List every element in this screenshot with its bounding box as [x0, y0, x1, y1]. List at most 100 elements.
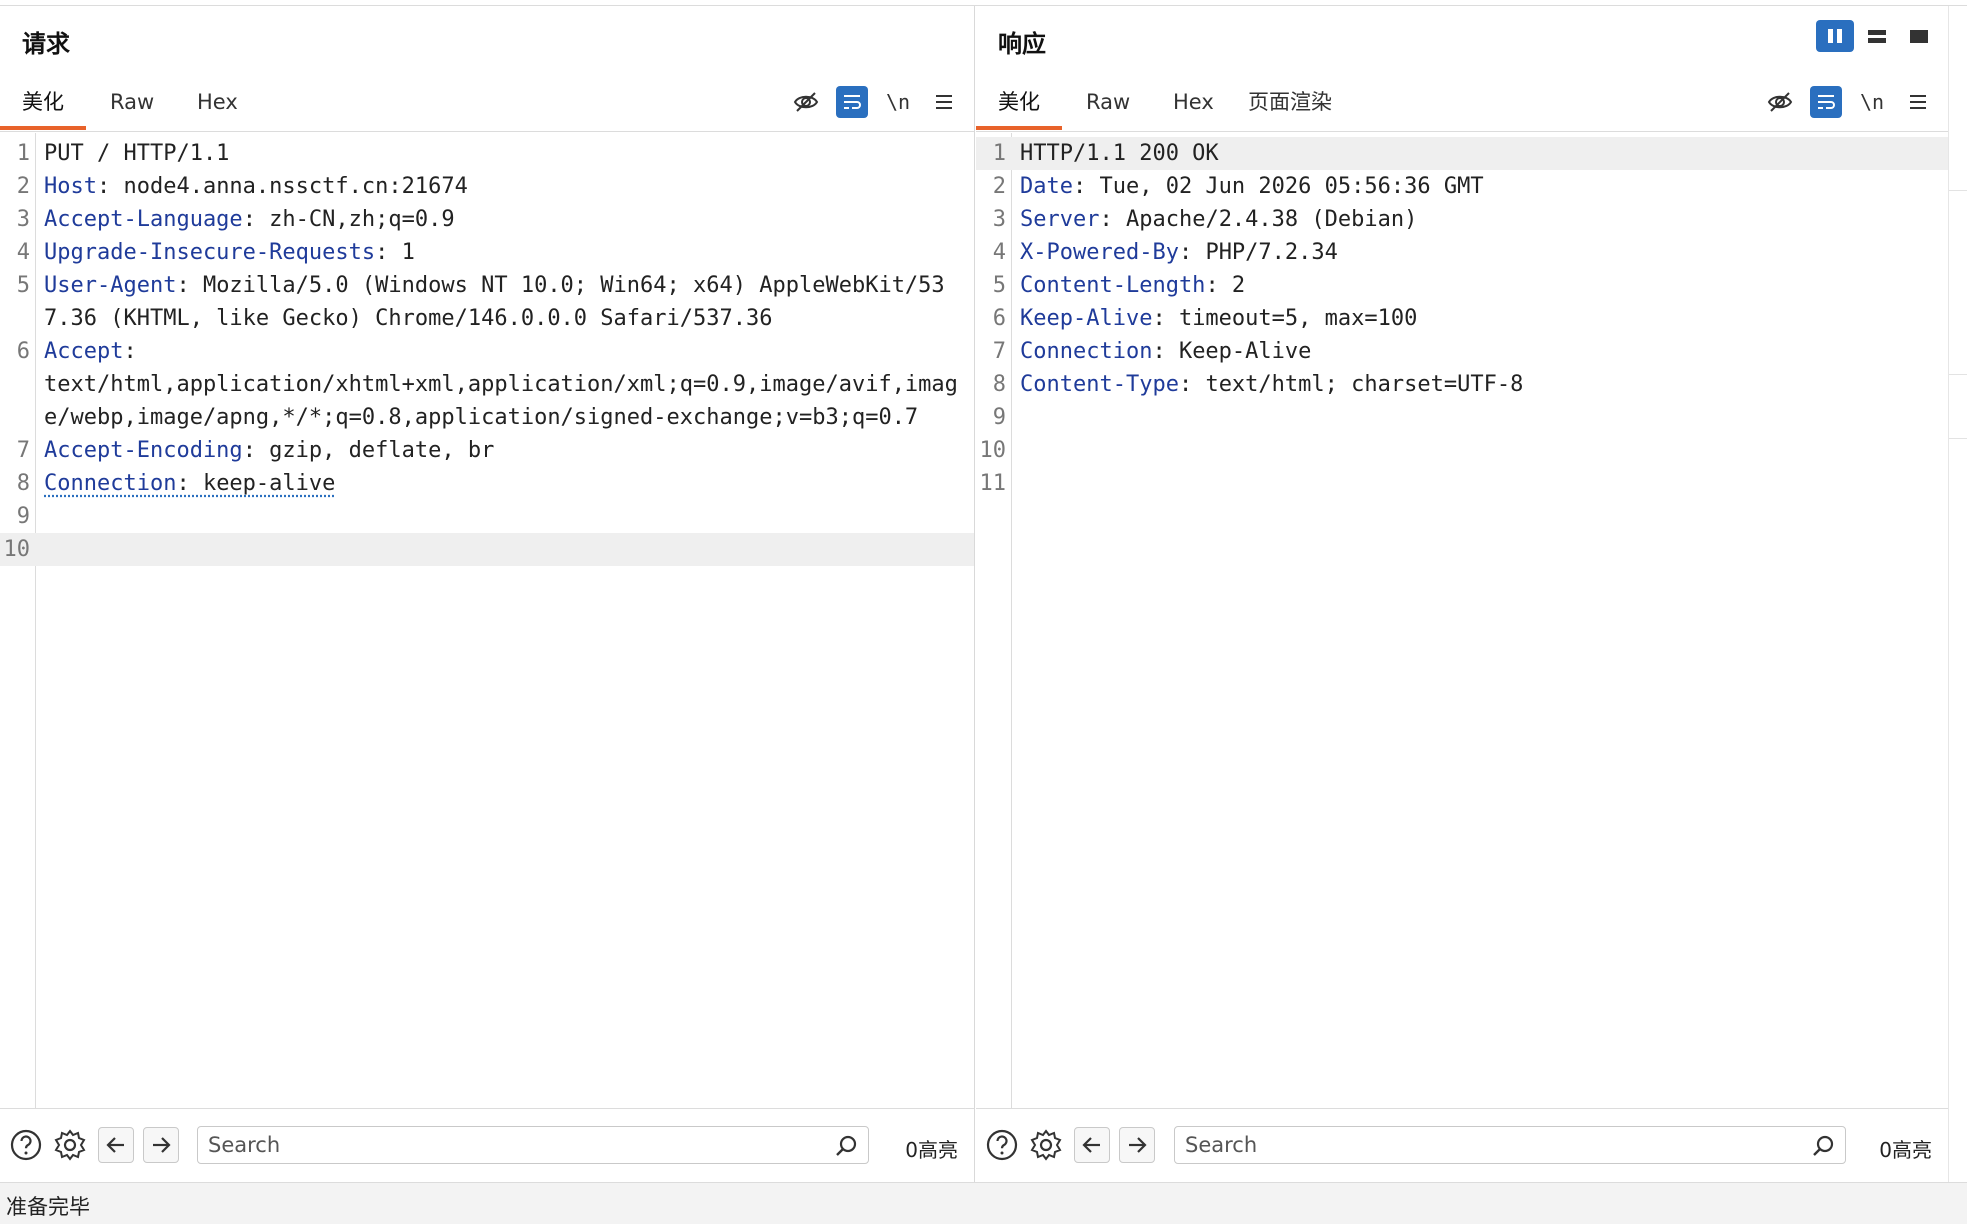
- prev-match-button[interactable]: [98, 1127, 134, 1163]
- code-line[interactable]: 1 HTTP/1.1 200 OK: [976, 137, 1948, 170]
- help-icon[interactable]: [8, 1127, 44, 1163]
- code-line[interactable]: 6 Keep-Alive: timeout=5, max=100: [976, 302, 1948, 335]
- tab-raw[interactable]: Raw: [88, 90, 176, 130]
- split-vertical-icon[interactable]: [1816, 20, 1854, 52]
- hide-nonprintable-icon[interactable]: [790, 86, 822, 118]
- header-value: : Keep-Alive: [1152, 339, 1311, 364]
- code-line[interactable]: 1 PUT / HTTP/1.1: [0, 137, 974, 170]
- request-code[interactable]: 1 PUT / HTTP/1.1 2 Host: node4.anna.nssctf.…: [0, 137, 974, 566]
- header-value: : 1: [375, 240, 415, 265]
- menu-icon[interactable]: [928, 86, 960, 118]
- line-text: Accept: text/html,application/xhtml+xml,…: [44, 335, 959, 434]
- line-text: User-Agent: Mozilla/5.0 (Windows NT 10.0…: [44, 269, 959, 335]
- status-bar: 准备完毕: [0, 1182, 1967, 1224]
- menu-icon[interactable]: [1902, 86, 1934, 118]
- line-text: Keep-Alive: timeout=5, max=100: [1020, 302, 1935, 335]
- response-code[interactable]: 1 HTTP/1.1 200 OK 2 Date: Tue, 02 Jun 2026 …: [976, 137, 1948, 500]
- newline-toggle[interactable]: \n: [882, 86, 914, 118]
- code-line[interactable]: 3 Accept-Language: zh-CN,zh;q=0.9: [0, 203, 974, 236]
- code-line[interactable]: 2 Host: node4.anna.nssctf.cn:21674: [0, 170, 974, 203]
- code-line[interactable]: 4 Upgrade-Insecure-Requests: 1: [0, 236, 974, 269]
- code-line[interactable]: 7 Connection: Keep-Alive: [976, 335, 1948, 368]
- status-text: 准备完毕: [6, 1191, 90, 1221]
- header-name: Keep-Alive: [1020, 306, 1152, 331]
- header-name: Connection: [44, 471, 176, 496]
- line-number: 3: [976, 203, 1006, 236]
- code-line[interactable]: 5 User-Agent: Mozilla/5.0 (Windows NT 10.…: [0, 269, 974, 335]
- response-search-bar: 0高亮: [976, 1108, 1948, 1182]
- code-line[interactable]: 6 Accept: text/html,application/xhtml+xml…: [0, 335, 974, 434]
- code-line[interactable]: 5 Content-Length: 2: [976, 269, 1948, 302]
- header-value: PUT / HTTP/1.1: [44, 141, 229, 166]
- request-search-input[interactable]: [208, 1133, 744, 1157]
- search-icon[interactable]: [834, 1134, 858, 1162]
- header-value: : Mozilla/5.0 (Windows NT 10.0; Win64; x…: [44, 273, 945, 331]
- request-highlight-count: 0高亮: [905, 1134, 958, 1163]
- response-tabbar: 美化 Raw Hex 页面渲染 \n: [976, 72, 1948, 132]
- split-horizontal-icon[interactable]: [1858, 20, 1896, 52]
- response-search-input[interactable]: [1185, 1133, 1721, 1157]
- tab-raw[interactable]: Raw: [1064, 90, 1152, 130]
- response-editor[interactable]: 1 HTTP/1.1 200 OK 2 Date: Tue, 02 Jun 2026 …: [976, 133, 1948, 1108]
- tab-hex[interactable]: Hex: [175, 90, 260, 130]
- code-line[interactable]: 3 Server: Apache/2.4.38 (Debian): [976, 203, 1948, 236]
- header-value: : zh-CN,zh;q=0.9: [243, 207, 455, 232]
- line-number: 10: [0, 533, 30, 566]
- header-name: X-Powered-By: [1020, 240, 1179, 265]
- response-highlight-count: 0高亮: [1879, 1134, 1932, 1163]
- code-line[interactable]: 7 Accept-Encoding: gzip, deflate, br: [0, 434, 974, 467]
- header-value: : Tue, 02 Jun 2026 05:56:36 GMT: [1073, 174, 1484, 199]
- side-panel-edge: [1948, 6, 1967, 1182]
- header-name: Date: [1020, 174, 1073, 199]
- wrap-lines-icon[interactable]: [1810, 86, 1842, 118]
- response-search-box[interactable]: [1174, 1126, 1846, 1164]
- request-editor[interactable]: 1 PUT / HTTP/1.1 2 Host: node4.anna.nssctf.…: [0, 133, 974, 1108]
- help-icon[interactable]: [984, 1127, 1020, 1163]
- next-match-button[interactable]: [1119, 1127, 1155, 1163]
- tab-pretty[interactable]: 美化: [0, 90, 86, 130]
- gear-icon[interactable]: [52, 1127, 88, 1163]
- line-number: 2: [976, 170, 1006, 203]
- request-search-box[interactable]: [197, 1126, 869, 1164]
- code-line[interactable]: 2 Date: Tue, 02 Jun 2026 05:56:36 GMT: [976, 170, 1948, 203]
- line-text: X-Powered-By: PHP/7.2.34: [1020, 236, 1935, 269]
- code-line[interactable]: 11: [976, 467, 1948, 500]
- code-line[interactable]: 9: [0, 500, 974, 533]
- header-name: Accept: [44, 339, 123, 364]
- line-number: 1: [0, 137, 30, 170]
- tab-pretty[interactable]: 美化: [976, 90, 1062, 130]
- line-number: 7: [0, 434, 30, 467]
- newline-toggle[interactable]: \n: [1856, 86, 1888, 118]
- line-text: PUT / HTTP/1.1: [44, 137, 959, 170]
- line-text: Content-Type: text/html; charset=UTF-8: [1020, 368, 1935, 401]
- tab-hex[interactable]: Hex: [1151, 90, 1236, 130]
- line-number: 7: [976, 335, 1006, 368]
- header-value: : timeout=5, max=100: [1152, 306, 1417, 331]
- line-number: 8: [976, 368, 1006, 401]
- line-text: Date: Tue, 02 Jun 2026 05:56:36 GMT: [1020, 170, 1935, 203]
- gear-icon[interactable]: [1028, 1127, 1064, 1163]
- line-text: Content-Length: 2: [1020, 269, 1935, 302]
- prev-match-button[interactable]: [1074, 1127, 1110, 1163]
- code-line[interactable]: 8 Connection: keep-alive: [0, 467, 974, 500]
- line-number: 5: [0, 269, 30, 302]
- code-line[interactable]: 9: [976, 401, 1948, 434]
- search-icon[interactable]: [1811, 1134, 1835, 1162]
- tab-render[interactable]: 页面渲染: [1226, 90, 1354, 130]
- wrap-lines-icon[interactable]: [836, 86, 868, 118]
- header-value: : gzip, deflate, br: [243, 438, 495, 463]
- line-text: Server: Apache/2.4.38 (Debian): [1020, 203, 1935, 236]
- request-editor-tools: \n: [790, 86, 960, 118]
- line-text: Connection: Keep-Alive: [1020, 335, 1935, 368]
- next-match-button[interactable]: [143, 1127, 179, 1163]
- code-line[interactable]: 10: [976, 434, 1948, 467]
- single-pane-icon[interactable]: [1900, 20, 1938, 52]
- hide-nonprintable-icon[interactable]: [1764, 86, 1796, 118]
- view-mode-toggle: [1816, 20, 1938, 52]
- line-text: Accept-Language: zh-CN,zh;q=0.9: [44, 203, 959, 236]
- code-line[interactable]: 8 Content-Type: text/html; charset=UTF-8: [976, 368, 1948, 401]
- header-value: : text/html; charset=UTF-8: [1179, 372, 1523, 397]
- code-line[interactable]: 10: [0, 533, 974, 566]
- line-number: 5: [976, 269, 1006, 302]
- code-line[interactable]: 4 X-Powered-By: PHP/7.2.34: [976, 236, 1948, 269]
